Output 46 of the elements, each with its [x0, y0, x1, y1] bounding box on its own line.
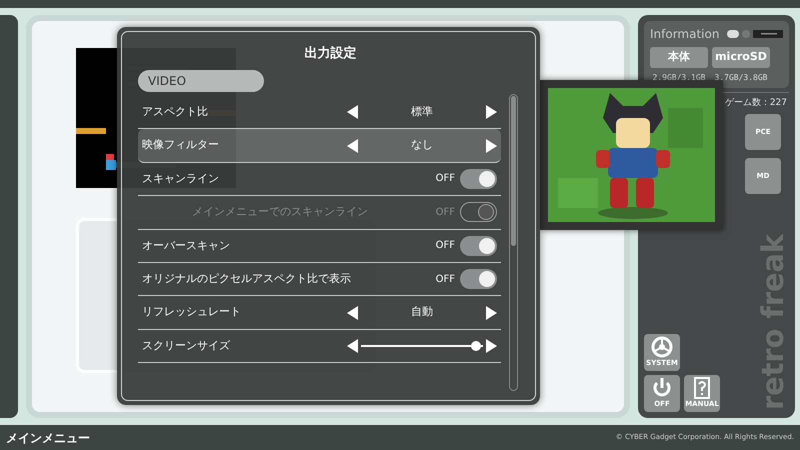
- setting-label: メインメニューでのスキャンライン: [192, 204, 368, 220]
- left-arrow-icon[interactable]: [347, 105, 359, 120]
- screen-title: メインメニュー: [6, 430, 90, 446]
- storage-usage: 3.7GB/3.8GB: [714, 72, 768, 84]
- power-icon: [651, 377, 673, 400]
- setting-label: スクリーンサイズ: [142, 338, 230, 354]
- left-arrow-icon[interactable]: [347, 306, 359, 320]
- scrollbar[interactable]: [509, 94, 518, 391]
- toggle-state: OFF: [436, 239, 455, 254]
- storage-button[interactable]: microSD: [712, 47, 770, 68]
- setting-row[interactable]: アスペクト比 標準: [138, 96, 501, 130]
- status-icons-drawing: [727, 29, 783, 39]
- dialog-title: 出力設定: [304, 44, 358, 63]
- toggle-switch[interactable]: [460, 269, 497, 290]
- setting-label: オリジナルのピクセルアスペクト比で表示: [142, 270, 351, 287]
- setting-row[interactable]: スクリーンサイズ: [138, 330, 501, 364]
- setting-row[interactable]: スキャンライン OFF: [138, 162, 501, 196]
- setting-row[interactable]: リフレッシュレート 自動: [138, 296, 501, 330]
- toggle-state: OFF: [436, 272, 455, 287]
- left-arrow-icon[interactable]: [347, 338, 359, 353]
- storage-usage: 2.9GB/3.1GB: [652, 72, 706, 84]
- question-book-icon: [691, 377, 713, 400]
- right-arrow-icon[interactable]: [485, 105, 497, 120]
- setting-value: なし: [410, 137, 434, 154]
- toggle-state: OFF: [436, 206, 455, 220]
- storage-button[interactable]: 本体: [650, 47, 708, 68]
- setting-label: アスペクト比: [142, 104, 208, 120]
- section-header: VIDEO: [138, 70, 264, 92]
- setting-row[interactable]: オリジナルのピクセルアスペクト比で表示 OFF: [138, 262, 501, 296]
- right-arrow-icon[interactable]: [485, 306, 497, 320]
- left-arrow-icon[interactable]: [347, 138, 359, 153]
- setting-row[interactable]: 映像フィルター なし: [138, 129, 501, 163]
- toggle-state: OFF: [436, 172, 455, 186]
- setting-value: 自動: [410, 304, 434, 320]
- info-title: Information: [650, 26, 720, 43]
- right-arrow-icon[interactable]: [485, 138, 497, 153]
- right-arrow-icon[interactable]: [485, 338, 497, 353]
- setting-label: スキャンライン: [142, 170, 219, 187]
- setting-label: オーバースキャン: [142, 238, 230, 254]
- slider-thumb[interactable]: [470, 340, 481, 351]
- setting-label: リフレッシュレート: [142, 304, 241, 320]
- toggle-switch[interactable]: [460, 168, 497, 189]
- setting-value: 標準: [410, 104, 434, 120]
- toggle-switch[interactable]: [460, 236, 497, 256]
- setting-label: 映像フィルター: [142, 137, 219, 154]
- setting-row[interactable]: オーバースキャン OFF: [138, 230, 501, 263]
